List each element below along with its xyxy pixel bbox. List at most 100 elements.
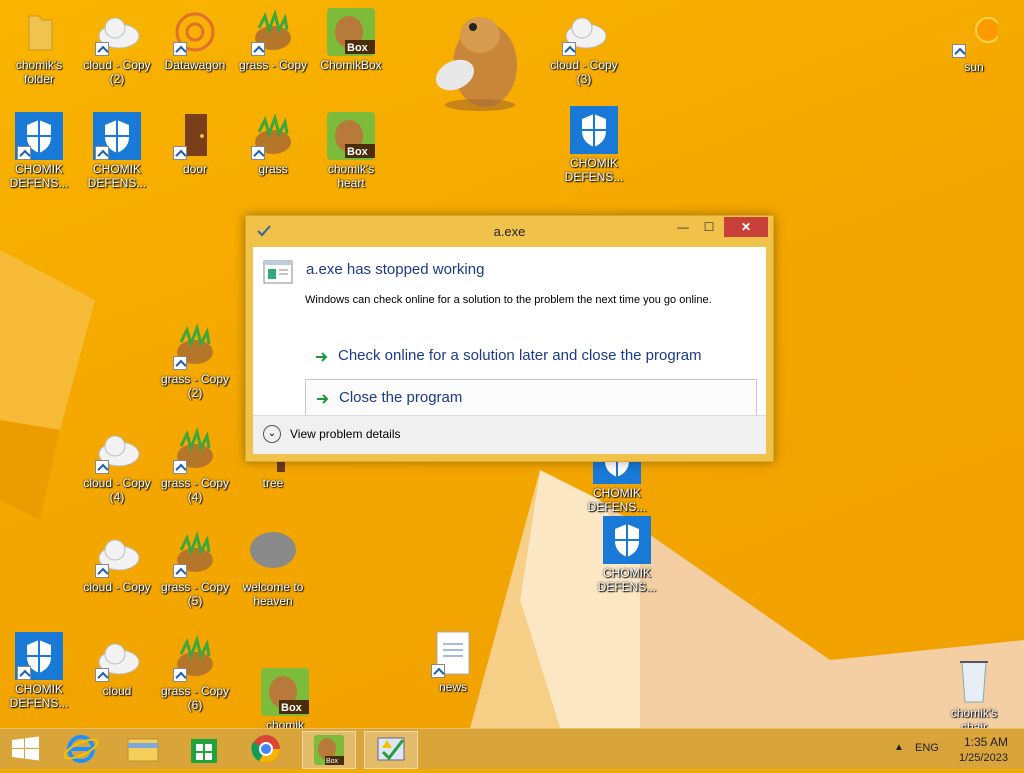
shortcut-arrow-icon — [251, 146, 265, 160]
desktop-icon[interactable]: Box chomik — [248, 668, 322, 728]
shortcut-arrow-icon — [95, 42, 109, 56]
door-icon — [171, 112, 219, 160]
close-program-option[interactable]: Close the program — [305, 379, 757, 419]
desktop-icon[interactable]: Datawagon — [158, 8, 232, 72]
desktop-icon[interactable]: cloud - Copy (3) — [547, 8, 621, 86]
cloud-icon — [93, 634, 141, 682]
file-explorer-icon — [127, 738, 159, 762]
clock-time[interactable]: 1:35 AM — [964, 735, 1008, 749]
error-reporting-icon — [377, 737, 405, 761]
desktop-icon[interactable]: cloud - Copy (2) — [80, 8, 154, 86]
desktop-icon[interactable]: CHOMIK DEFENS... — [590, 516, 664, 594]
chomikbox-icon: Box — [314, 735, 344, 765]
language-indicator[interactable]: ENG — [915, 742, 939, 754]
taskbar: Box ▲ ENG 1:35 AM 1/25/2023 — [0, 728, 1024, 769]
desktop-icon[interactable]: grass - Copy (5) — [158, 530, 232, 608]
shortcut-arrow-icon — [173, 460, 187, 474]
show-hidden-icons-button[interactable]: ▲ — [894, 742, 904, 753]
desktop-icon[interactable]: chomik's folder — [2, 8, 76, 86]
shortcut-arrow-icon — [952, 44, 966, 58]
desktop-icon[interactable]: cloud - Copy (4) — [80, 426, 154, 504]
taskbar-chomikbox[interactable]: Box — [302, 731, 356, 769]
taskbar-file-explorer[interactable] — [116, 731, 168, 767]
shield-icon — [570, 106, 618, 154]
folder-icon — [15, 8, 63, 56]
taskbar-internet-explorer[interactable] — [54, 731, 106, 767]
desktop-icon[interactable]: chomik's chair — [937, 656, 1011, 728]
desktop-icon[interactable]: CHOMIK DEFENS... — [557, 106, 631, 184]
desktop-icon[interactable]: grass - Copy — [236, 8, 310, 72]
taskbar-error-reporting[interactable] — [364, 731, 418, 769]
shortcut-arrow-icon — [431, 664, 445, 678]
cloud-icon — [93, 8, 141, 56]
desktop-icon[interactable]: cloud - Copy — [80, 530, 154, 594]
grass-icon — [171, 634, 219, 682]
green-arrow-icon — [317, 394, 329, 404]
close-button[interactable]: ✕ — [724, 217, 768, 237]
shortcut-arrow-icon — [17, 666, 31, 680]
desktop-icon[interactable]: Box chomik's heart — [314, 112, 388, 190]
desktop-icon[interactable]: grass - Copy (2) — [158, 322, 232, 400]
datawagon-icon — [171, 8, 219, 56]
grass-icon — [249, 8, 297, 56]
shortcut-arrow-icon — [95, 564, 109, 578]
desktop-icon[interactable]: grass - Copy (4) — [158, 426, 232, 504]
shortcut-arrow-icon — [95, 668, 109, 682]
shortcut-arrow-icon — [95, 460, 109, 474]
recycle-bin-icon — [950, 656, 998, 704]
blob-icon — [249, 530, 297, 578]
grass-icon — [249, 112, 297, 160]
dialog-footer: ⌄ View problem details — [253, 415, 766, 454]
chomikbox-icon: Box — [261, 668, 309, 716]
start-icon — [12, 736, 39, 761]
maximize-button[interactable]: ☐ — [695, 217, 723, 237]
taskbar-store[interactable] — [178, 731, 230, 767]
grass-icon — [171, 530, 219, 578]
chomikbox-icon: Box — [327, 8, 375, 56]
chomikbox-icon: Box — [327, 112, 375, 160]
desktop-icon[interactable]: CHOMIK DEFENS... — [2, 632, 76, 710]
desktop-icon[interactable]: sun — [937, 10, 1011, 74]
shortcut-arrow-icon — [562, 42, 576, 56]
grass-icon — [171, 426, 219, 474]
cloud-icon — [93, 426, 141, 474]
check-online-option[interactable]: Check online for a solution later and cl… — [305, 338, 755, 376]
sun-icon — [950, 10, 1001, 58]
desktop-icon[interactable]: cloud — [80, 634, 154, 698]
error-dialog: a.exe — ☐ ✕ a.exe has stopped working Wi… — [245, 215, 774, 462]
desktop-icon[interactable]: grass - Copy (6) — [158, 634, 232, 712]
dialog-description: Windows can check online for a solution … — [305, 294, 712, 306]
svg-text:Box: Box — [281, 702, 303, 714]
desktop-icon[interactable]: CHOMIK DEFENS... — [2, 112, 76, 190]
taskbar-chrome[interactable] — [240, 731, 292, 767]
shield-icon — [93, 112, 141, 160]
chevron-down-icon[interactable]: ⌄ — [263, 425, 281, 443]
desktop-icon[interactable]: welcome to heaven — [236, 530, 310, 608]
svg-text:Box: Box — [347, 146, 369, 158]
shield-icon — [15, 112, 63, 160]
store-icon — [191, 739, 217, 763]
desktop-icon[interactable]: news — [416, 630, 490, 694]
shortcut-arrow-icon — [95, 146, 109, 160]
desktop-icon[interactable]: CHOMIK DEFENS... — [80, 112, 154, 190]
view-details-link[interactable]: View problem details — [290, 427, 401, 441]
dialog-heading: a.exe has stopped working — [306, 261, 485, 278]
system-tray: ▲ ENG 1:35 AM 1/25/2023 — [884, 729, 1024, 769]
dialog-titlebar[interactable]: a.exe — ☐ ✕ — [246, 216, 773, 246]
minimize-button[interactable]: — — [669, 217, 697, 237]
svg-text:Box: Box — [347, 42, 369, 54]
grass-icon — [171, 322, 219, 370]
shortcut-arrow-icon — [173, 42, 187, 56]
program-window-icon — [263, 260, 293, 284]
shield-icon — [15, 632, 63, 680]
shortcut-arrow-icon — [173, 668, 187, 682]
desktop-icon[interactable]: door — [158, 112, 232, 176]
hamster-icon — [435, 17, 517, 111]
start-button[interactable] — [0, 731, 52, 767]
svg-text:Box: Box — [326, 758, 339, 765]
chrome-icon — [251, 735, 280, 763]
desktop-icon[interactable]: Box ChomikBox — [314, 8, 388, 72]
desktop-icon[interactable]: grass — [236, 112, 310, 176]
clock-date[interactable]: 1/25/2023 — [959, 752, 1008, 764]
shortcut-arrow-icon — [173, 356, 187, 370]
